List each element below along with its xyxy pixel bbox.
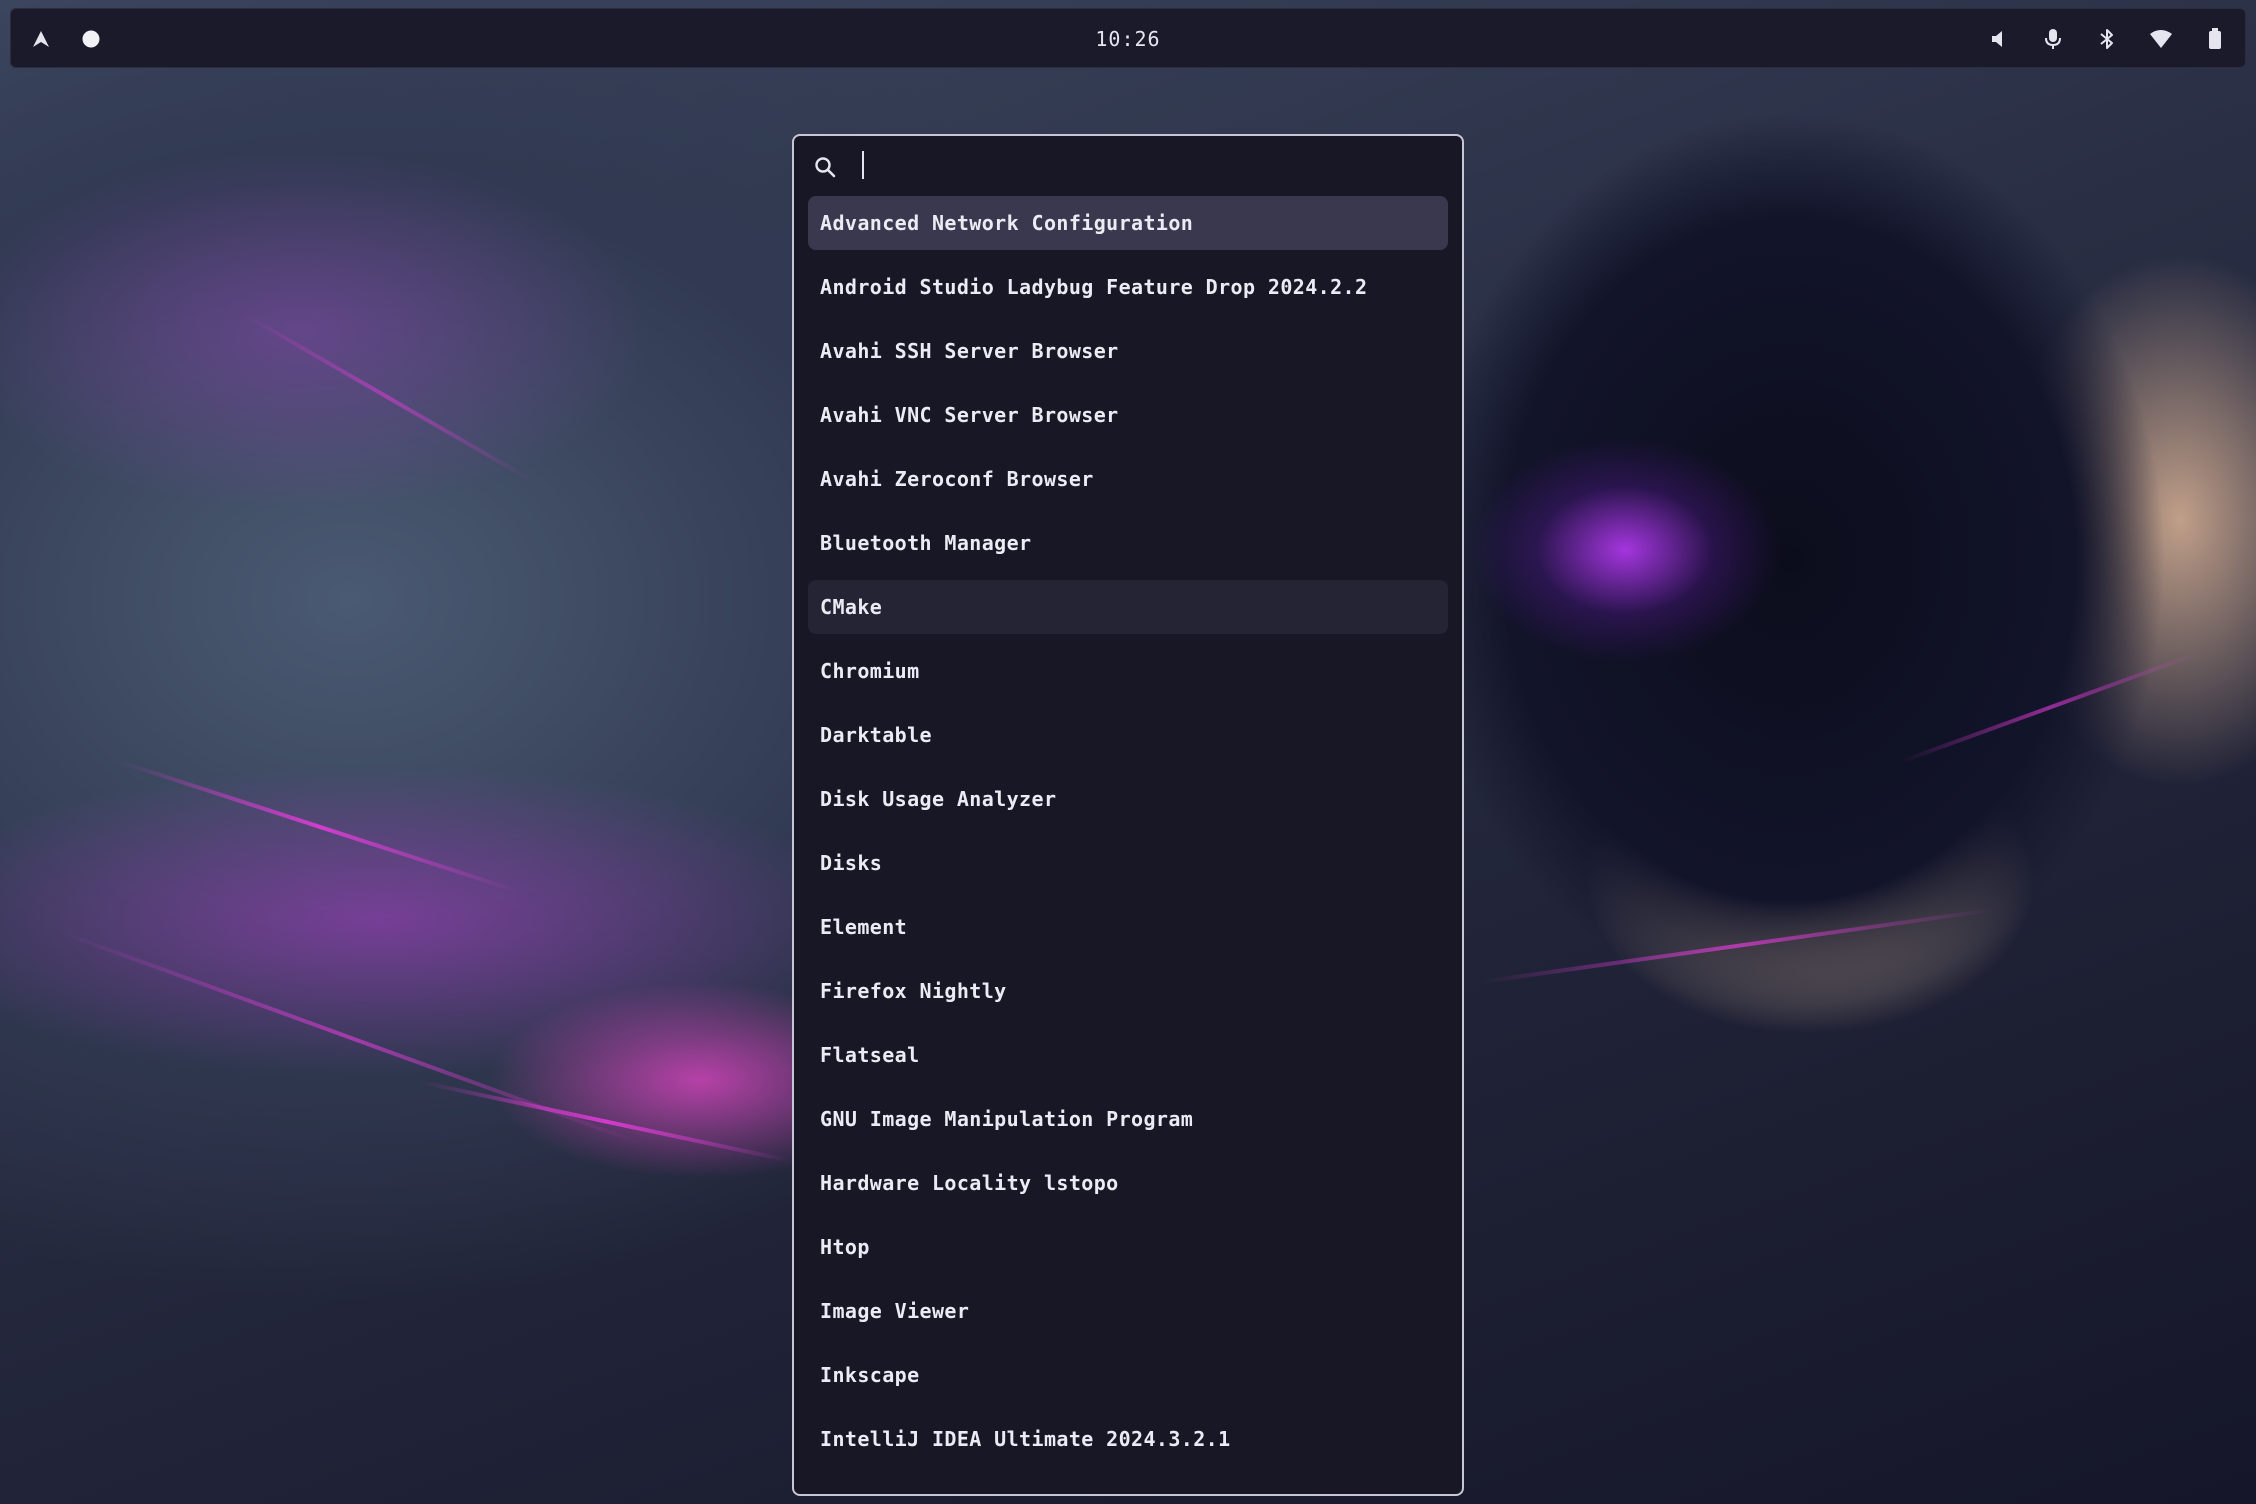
result-item[interactable]: Android Studio Ladybug Feature Drop 2024… <box>808 260 1448 314</box>
result-item-label: Bluetooth Manager <box>820 531 1032 555</box>
result-item[interactable]: Bluetooth Manager <box>808 516 1448 570</box>
wallpaper-streak <box>419 1080 793 1163</box>
status-dot-icon[interactable] <box>79 27 103 51</box>
result-item-label: Avahi SSH Server Browser <box>820 339 1119 363</box>
result-item[interactable]: Disks <box>808 836 1448 890</box>
result-item[interactable]: Element <box>808 900 1448 954</box>
wallpaper-streak <box>1899 650 2202 764</box>
result-item[interactable]: Disk Usage Analyzer <box>808 772 1448 826</box>
wallpaper-streak <box>1479 907 1996 984</box>
result-item-label: Htop <box>820 1235 870 1259</box>
result-item-label: GNU Image Manipulation Program <box>820 1107 1194 1131</box>
clock[interactable]: 10:26 <box>1095 9 1160 69</box>
search-bar <box>794 136 1462 194</box>
result-item-label: Flatseal <box>820 1043 920 1067</box>
bluetooth-icon[interactable] <box>2095 27 2119 51</box>
result-item[interactable]: IntelliJ IDEA Ultimate 2024.3.2.1 <box>808 1412 1448 1466</box>
result-item-label: Advanced Network Configuration <box>820 211 1194 235</box>
result-item-label: Hardware Locality lstopo <box>820 1171 1119 1195</box>
result-item-label: Darktable <box>820 723 932 747</box>
results-list: Advanced Network Configuration Android St… <box>808 196 1448 1476</box>
top-bar-right <box>1987 9 2227 69</box>
result-item-label: Image Viewer <box>820 1299 970 1323</box>
result-item[interactable]: Darktable <box>808 708 1448 762</box>
result-item[interactable]: Image Viewer <box>808 1284 1448 1338</box>
result-item-label: Inkscape <box>820 1363 920 1387</box>
result-item[interactable]: Inkscape <box>808 1348 1448 1402</box>
result-item[interactable]: GNU Image Manipulation Program <box>808 1092 1448 1146</box>
result-item-label: Avahi VNC Server Browser <box>820 403 1119 427</box>
result-item[interactable]: Advanced Network Configuration <box>808 196 1448 250</box>
result-item[interactable]: Avahi VNC Server Browser <box>808 388 1448 442</box>
result-item-label: IntelliJ IDEA Ultimate 2024.3.2.1 <box>820 1427 1231 1451</box>
wallpaper-streak <box>239 310 536 484</box>
result-item[interactable]: Chromium <box>808 644 1448 698</box>
result-item[interactable]: Flatseal <box>808 1028 1448 1082</box>
result-item[interactable]: CMake <box>808 580 1448 634</box>
wallpaper-streak <box>119 760 521 894</box>
result-item[interactable]: Avahi SSH Server Browser <box>808 324 1448 378</box>
result-item-label: CMake <box>820 595 883 619</box>
result-item[interactable]: Htop <box>808 1220 1448 1274</box>
top-bar-left <box>29 9 103 69</box>
result-item-label: Disk Usage Analyzer <box>820 787 1057 811</box>
top-bar: 10:26 <box>10 8 2246 68</box>
result-item[interactable]: Hardware Locality lstopo <box>808 1156 1448 1210</box>
wallpaper-streak <box>59 930 644 1146</box>
result-item-label: Element <box>820 915 908 939</box>
app-launcher-icon[interactable] <box>29 27 53 51</box>
battery-icon[interactable] <box>2203 27 2227 51</box>
result-item[interactable]: Avahi Zeroconf Browser <box>808 452 1448 506</box>
wifi-icon[interactable] <box>2149 27 2173 51</box>
search-input[interactable] <box>850 148 1434 184</box>
microphone-icon[interactable] <box>2041 27 2065 51</box>
search-icon <box>814 156 836 178</box>
app-launcher: Advanced Network Configuration Android St… <box>792 134 1464 1496</box>
text-cursor <box>862 151 864 179</box>
volume-icon[interactable] <box>1987 27 2011 51</box>
result-item-label: Disks <box>820 851 883 875</box>
result-item-label: Android Studio Ladybug Feature Drop 2024… <box>820 275 1368 299</box>
result-item-label: Firefox Nightly <box>820 979 1007 1003</box>
result-item[interactable]: Firefox Nightly <box>808 964 1448 1018</box>
result-item-label: Avahi Zeroconf Browser <box>820 467 1094 491</box>
result-item-label: Chromium <box>820 659 920 683</box>
